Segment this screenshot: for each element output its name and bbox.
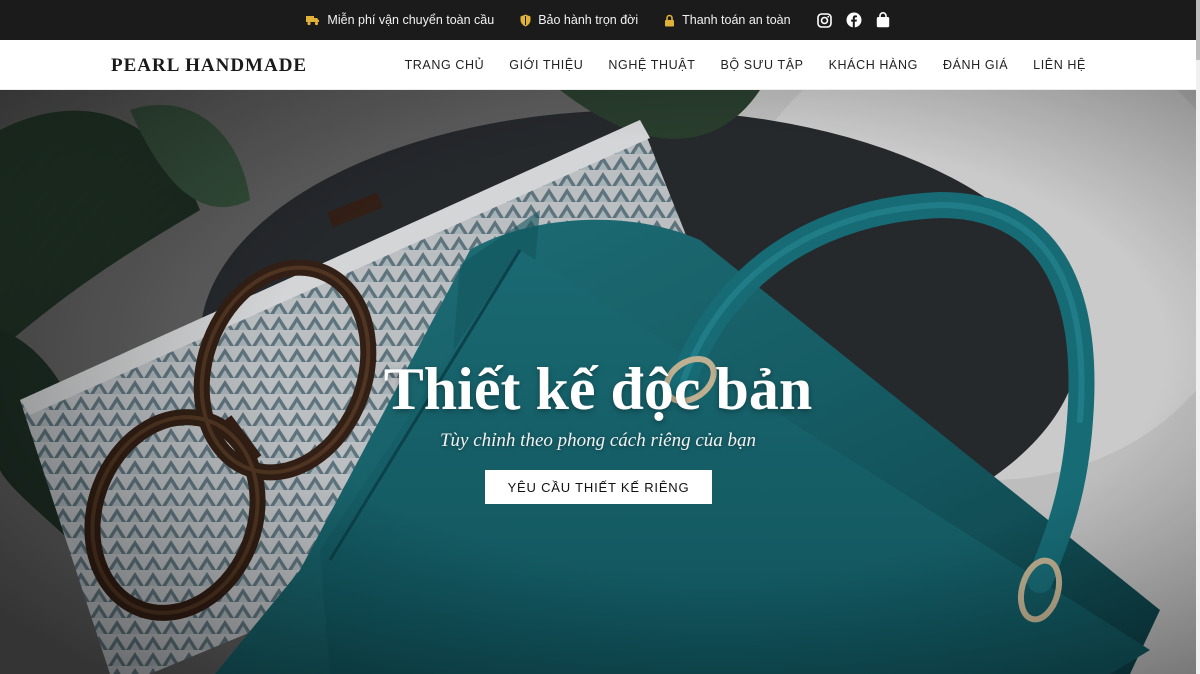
feature-free-shipping: Miễn phí vận chuyển toàn cầu [306,13,494,27]
site-header: PEARL HANDMADE TRANG CHỦ GIỚI THIỆU NGHỆ… [0,40,1196,90]
lock-icon [665,14,675,26]
feature-label: Miễn phí vận chuyển toàn cầu [327,13,495,27]
feature-warranty: Bảo hành trọn đời [520,13,638,27]
nav-contact[interactable]: LIÊN HỆ [1033,58,1086,72]
top-bar: Miễn phí vận chuyển toàn cầu Bảo hành tr… [0,0,1196,40]
request-custom-design-button[interactable]: YÊU CẦU THIẾT KẾ RIÊNG [485,470,712,504]
nav-customers[interactable]: KHÁCH HÀNG [829,58,918,72]
nav-about[interactable]: GIỚI THIỆU [509,58,583,72]
hero-title: Thiết kế độc bản [383,356,813,422]
facebook-icon[interactable] [846,12,862,28]
truck-icon [306,16,320,26]
shopping-bag-icon[interactable] [876,12,890,28]
feature-label: Bảo hành trọn đời [538,13,639,27]
site-logo[interactable]: PEARL HANDMADE [111,55,307,77]
nav-collection[interactable]: BỘ SƯU TẬP [720,58,803,72]
feature-label: Thanh toán an toàn [682,13,791,27]
scrollbar[interactable] [1196,0,1200,674]
feature-secure-payment: Thanh toán an toàn [664,13,791,27]
nav-reviews[interactable]: ĐÁNH GIÁ [943,58,1008,72]
nav-home[interactable]: TRANG CHỦ [405,58,485,72]
hero-subtitle: Tùy chỉnh theo phong cách riêng của bạn [439,430,757,451]
instagram-icon[interactable] [816,12,832,28]
nav-art[interactable]: NGHỆ THUẬT [608,58,695,72]
hero-banner: Thiết kế độc bản Tùy chỉnh theo phong cá… [0,90,1196,674]
scrollbar-thumb[interactable] [1196,0,1200,60]
shield-icon [520,14,531,26]
main-nav: TRANG CHỦ GIỚI THIỆU NGHỆ THUẬT BỘ SƯU T… [405,40,1086,90]
social-links [816,12,890,28]
